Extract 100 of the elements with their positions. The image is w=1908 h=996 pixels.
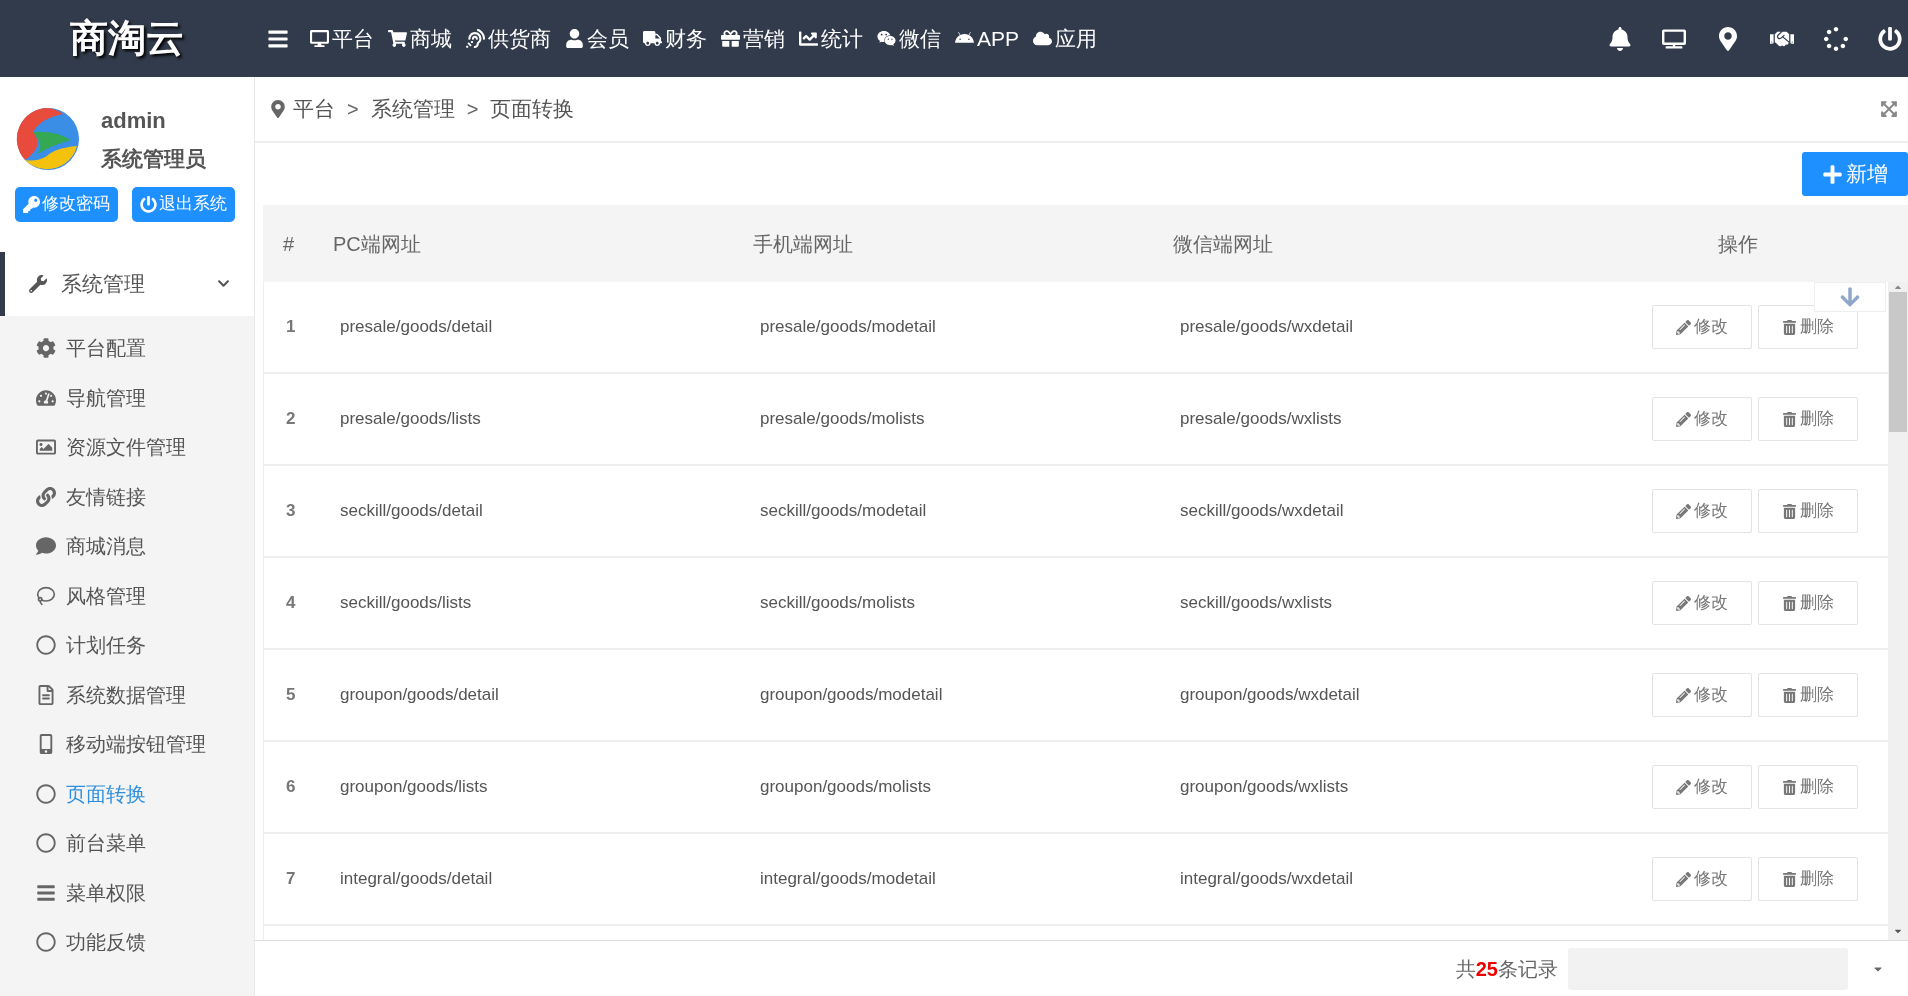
table-cell-text: presale/goods/molists <box>759 408 926 431</box>
table-cell-text: presale/goods/wxdetail <box>1179 316 1354 339</box>
menu-item[interactable]: 资源文件管理 <box>0 422 254 472</box>
map-pin-icon <box>269 100 287 118</box>
chevron-icon <box>217 277 230 290</box>
menu-item[interactable]: 导航管理 <box>0 373 254 423</box>
menu-item[interactable]: 平台配置 <box>0 323 254 373</box>
table-cell-text: seckill/goods/detail <box>339 500 484 523</box>
chat-bubbles-icon <box>877 29 896 48</box>
line-chart-icon <box>799 29 818 48</box>
breadcrumb-item: 页面转换 <box>490 96 575 123</box>
nav-item[interactable]: 会员 <box>558 22 636 55</box>
cart-icon <box>388 29 407 48</box>
menu-item[interactable]: 前台菜单 <box>0 818 254 868</box>
nav-item[interactable]: 统计 <box>792 22 870 55</box>
table-cell-text: 1 <box>285 316 297 339</box>
breadcrumb-separator: > <box>347 97 359 122</box>
menu-item[interactable]: 系统数据管理 <box>0 670 254 720</box>
table-cell-text: seckill/goods/wxdetail <box>1179 500 1345 523</box>
map-pin-icon[interactable] <box>1716 26 1740 51</box>
breadcrumb-separator: > <box>466 97 479 122</box>
comment-icon <box>36 536 56 557</box>
column-header: 操作 <box>1717 231 1759 257</box>
scrollbar[interactable] <box>1888 282 1908 940</box>
nav-item[interactable]: APP <box>948 22 1027 55</box>
lasso-icon <box>36 585 56 606</box>
table-cell-text: seckill/goods/wxlists <box>1179 592 1334 615</box>
menu-item[interactable]: 移动端按钮管理 <box>0 719 254 769</box>
row-action-button[interactable]: 删除 <box>1758 397 1858 441</box>
trash-icon <box>1782 503 1797 519</box>
nav-item[interactable]: 供货商 <box>459 22 558 55</box>
table-cell-text: 6 <box>285 776 297 799</box>
menu-item[interactable]: 友情链接 <box>0 472 254 522</box>
column-header: 微信端网址 <box>1173 231 1274 257</box>
row-action-button[interactable]: 修改 <box>1652 397 1752 441</box>
table-cell-text: groupon/goods/modetail <box>759 684 944 707</box>
table-cell-text: integral/goods/detail <box>339 868 494 891</box>
list-icon <box>36 882 56 903</box>
row-action-button[interactable]: 删除 <box>1758 857 1858 901</box>
nav-item[interactable]: 商城 <box>381 22 459 55</box>
power-icon <box>140 195 157 213</box>
table-cell-text: seckill/goods/lists <box>339 592 473 615</box>
pencil-icon <box>1676 503 1691 519</box>
fullscreen-icon[interactable] <box>1880 100 1898 118</box>
menu-item[interactable]: 风格管理 <box>0 571 254 621</box>
row-action-button[interactable]: 删除 <box>1758 765 1858 809</box>
column-header: # <box>282 231 296 257</box>
bell-icon[interactable] <box>1608 26 1632 51</box>
menu-item[interactable]: 菜单权限 <box>0 868 254 918</box>
menu-item[interactable]: 功能反馈 <box>0 917 254 967</box>
table-cell-text: groupon/goods/wxdetail <box>1179 684 1361 707</box>
row-action-button[interactable]: 修改 <box>1652 489 1752 533</box>
row-action-button[interactable]: 修改 <box>1652 765 1752 809</box>
power-icon[interactable] <box>1878 26 1902 51</box>
wrench-icon <box>29 274 47 293</box>
spinner-icon[interactable] <box>1824 26 1848 51</box>
table-cell-text: 5 <box>285 684 297 707</box>
nav-item[interactable]: 财务 <box>636 22 714 55</box>
user-role: 系统管理员 <box>101 146 206 172</box>
row-action-button[interactable]: 删除 <box>1758 489 1858 533</box>
table-cell-text: presale/goods/wxlists <box>1179 408 1343 431</box>
monitor-icon[interactable] <box>1662 26 1686 51</box>
user-icon <box>565 29 584 48</box>
table-cell-text: 2 <box>285 408 297 431</box>
row-action-button[interactable]: 修改 <box>1652 673 1752 717</box>
menu-group[interactable]: 系统管理 <box>0 251 254 316</box>
scrollbar-thumb[interactable] <box>1889 292 1907 432</box>
document-icon <box>36 684 56 705</box>
nav-item[interactable]: 营销 <box>714 22 792 55</box>
cloud-icon <box>1033 29 1053 48</box>
image-icon <box>36 437 56 458</box>
menu-item[interactable]: 商城消息 <box>0 521 254 571</box>
breadcrumb-item[interactable]: 系统管理 <box>370 93 455 125</box>
pencil-icon <box>1676 411 1691 427</box>
breadcrumb-item[interactable]: 平台 <box>293 93 335 125</box>
gear-icon <box>36 338 56 359</box>
ear-icon <box>466 29 485 48</box>
table-cell-text: presale/goods/lists <box>339 408 482 431</box>
row-action-button[interactable]: 删除 <box>1758 581 1858 625</box>
column-header: 手机端网址 <box>753 231 854 257</box>
nav-item[interactable]: 平台 <box>303 22 381 55</box>
trash-icon <box>1782 595 1797 611</box>
nav-item[interactable]: 应用 <box>1026 22 1105 55</box>
trash-icon <box>1782 411 1797 427</box>
table-cell-text: 4 <box>285 592 297 615</box>
table-cell-text: groupon/goods/lists <box>339 776 489 799</box>
row-action-button[interactable]: 删除 <box>1758 673 1858 717</box>
monitor-icon <box>310 29 329 48</box>
row-action-button[interactable]: 修改 <box>1652 305 1752 349</box>
table-cell-text: seckill/goods/molists <box>759 592 916 615</box>
row-action-button[interactable]: 修改 <box>1652 581 1752 625</box>
gift-icon <box>721 29 740 48</box>
nav-item[interactable]: 微信 <box>870 22 948 55</box>
brand-logo: 商淘云 <box>69 15 185 62</box>
table-cell-text: groupon/goods/wxlists <box>1179 776 1350 799</box>
row-action-button[interactable]: 修改 <box>1652 857 1752 901</box>
trash-icon <box>1782 779 1797 795</box>
trash-icon <box>1782 871 1797 887</box>
menu-item[interactable]: 计划任务 <box>0 620 254 670</box>
table-cell-text: groupon/goods/molists <box>759 776 933 799</box>
